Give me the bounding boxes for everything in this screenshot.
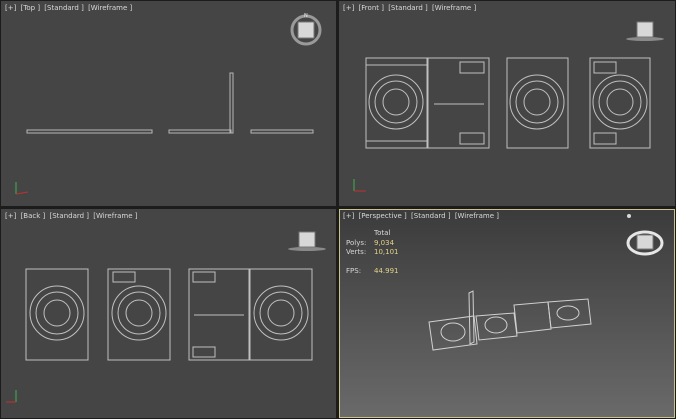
steering-wheel-icon[interactable] — [627, 214, 631, 218]
back-scene — [6, 231, 326, 403]
panel-top-3 — [229, 72, 234, 134]
viewport-top[interactable]: [+] [Top ] [Standard ] [Wireframe ] N — [1, 1, 336, 206]
front-scene — [353, 21, 664, 192]
panel-top-2 — [168, 129, 232, 134]
viewcube-icon[interactable] — [626, 21, 664, 41]
persp-panel-4 — [513, 301, 552, 334]
back-panel-1 — [25, 268, 89, 361]
viewcube-icon[interactable] — [626, 230, 664, 256]
viewcube-icon[interactable] — [288, 231, 326, 251]
viewport-perspective[interactable]: [+] [Perspective ] [Standard ] [Wirefram… — [339, 209, 675, 418]
viewport-back[interactable]: [+] [Back ] [Standard ] [Wireframe ] — [1, 209, 336, 418]
top-scene: N — [15, 13, 322, 195]
axis-tripod-icon — [6, 390, 17, 403]
axis-tripod-icon — [353, 179, 366, 192]
panel-top-1 — [26, 129, 153, 134]
perspective-scene — [428, 214, 664, 351]
persp-panel-2 — [468, 290, 475, 345]
svg-text:N: N — [304, 13, 308, 19]
viewcube-icon[interactable]: N — [290, 13, 322, 46]
axis-tripod-icon — [15, 182, 29, 195]
viewport-layout: [+] [Top ] [Standard ] [Wireframe ] N [+… — [0, 0, 676, 419]
panel-top-4 — [250, 129, 314, 134]
viewport-front[interactable]: [+] [Front ] [Standard ] [Wireframe ] — [339, 1, 675, 206]
front-panel-2 — [427, 57, 490, 149]
persp-panel-5 — [547, 298, 592, 329]
back-panel-4 — [249, 268, 313, 361]
back-panel-2 — [107, 268, 171, 361]
